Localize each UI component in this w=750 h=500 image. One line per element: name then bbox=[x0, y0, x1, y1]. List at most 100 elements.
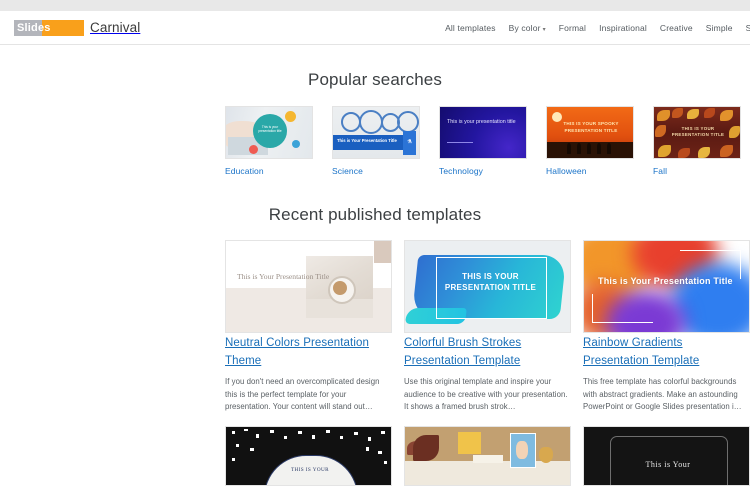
decor-figure bbox=[567, 143, 571, 154]
template-card-confetti[interactable]: THIS IS YOUR bbox=[225, 425, 392, 486]
decor-title-bar: This is Your Presentation Title bbox=[333, 135, 405, 150]
decor-circle: This is your presentation title bbox=[253, 114, 287, 148]
popular-item-label: Education bbox=[225, 166, 264, 176]
thumbnail-rainbow-gradients[interactable]: This is Your Presentation Title bbox=[583, 240, 750, 333]
nav-item-truncated[interactable]: St bbox=[746, 23, 750, 33]
popular-item-label: Technology bbox=[439, 166, 484, 176]
thumb-title-text: THIS IS YOUR PRESENTATION TITLE bbox=[444, 272, 537, 292]
popular-item-label: Fall bbox=[653, 166, 668, 176]
popular-searches-title: Popular searches bbox=[308, 70, 442, 89]
popular-item-technology[interactable]: This is your presentation title Technolo… bbox=[439, 106, 527, 176]
popular-item-label: Halloween bbox=[546, 166, 587, 176]
decor-leaf bbox=[687, 109, 699, 119]
nav-label: St bbox=[745, 22, 750, 33]
nav-item-by-color[interactable]: By color ▾ bbox=[509, 23, 546, 33]
template-card-neutral-colors[interactable]: This is Your Presentation Title Neutral … bbox=[225, 240, 392, 414]
decor-floor bbox=[405, 460, 570, 485]
decor-confetti bbox=[298, 430, 302, 434]
thumbnail-halloween[interactable]: THIS IS YOUR SPOOKY PRESENTATION TITLE bbox=[546, 106, 634, 159]
thumbnail-fall[interactable]: THIS IS YOUR PRESENTATION TITLE bbox=[653, 106, 741, 159]
recent-templates-grid: This is Your Presentation Title Neutral … bbox=[0, 240, 750, 414]
thumbnail-science[interactable]: This is Your Presentation Title ⚗ bbox=[332, 106, 420, 159]
template-card-rainbow-gradients[interactable]: This is Your Presentation Title Rainbow … bbox=[583, 240, 750, 414]
decor-confetti bbox=[256, 433, 259, 438]
nav-item-inspirational[interactable]: Inspirational bbox=[599, 23, 647, 33]
thumbnail-education[interactable]: This is your presentation title bbox=[225, 106, 313, 159]
decor-poster bbox=[458, 431, 481, 454]
nav-label: Formal bbox=[558, 22, 587, 33]
template-card-dark-frame[interactable]: This is Your bbox=[583, 425, 750, 486]
template-card-colorful-brush-strokes[interactable]: THIS IS YOUR PRESENTATION TITLE Colorful… bbox=[404, 240, 571, 414]
decor-tube bbox=[341, 112, 361, 132]
decor-leaf bbox=[698, 147, 710, 158]
decor-confetti bbox=[244, 428, 248, 431]
template-card-title[interactable]: Neutral Colors Presentation Theme bbox=[225, 337, 369, 367]
decor-confetti bbox=[284, 435, 287, 439]
flask-glyph: ⚗ bbox=[407, 139, 412, 145]
template-card-title[interactable]: Colorful Brush Strokes Presentation Temp… bbox=[404, 337, 521, 367]
nav-label: All templates bbox=[445, 22, 496, 33]
popular-item-education[interactable]: This is your presentation title Educatio… bbox=[225, 106, 313, 176]
decor-leaf bbox=[720, 110, 733, 121]
decor-confetti bbox=[232, 430, 235, 434]
nav-label: By color bbox=[508, 22, 541, 33]
decor-figure bbox=[597, 143, 601, 154]
decor-leaf bbox=[657, 110, 670, 121]
chevron-down-icon: ▾ bbox=[542, 26, 546, 33]
decor-tube bbox=[397, 111, 419, 133]
thumb-title-text: This is Your Presentation Title bbox=[598, 276, 733, 286]
decor-dot-red bbox=[249, 145, 258, 154]
thumb-title-text: THIS IS YOUR bbox=[290, 466, 330, 473]
decor-hand bbox=[516, 440, 528, 459]
decor-confetti bbox=[354, 431, 358, 435]
thumbnail-neutral-colors[interactable]: This is Your Presentation Title bbox=[225, 240, 392, 333]
decor-confetti bbox=[270, 429, 274, 433]
decor-underline bbox=[447, 142, 473, 143]
decor-confetti bbox=[236, 443, 239, 447]
thumbnail-technology[interactable]: This is your presentation title bbox=[439, 106, 527, 159]
decor-confetti bbox=[384, 460, 387, 464]
nav-item-simple[interactable]: Simple bbox=[706, 23, 733, 33]
thumb-title-text: This is Your Presentation Title bbox=[237, 272, 330, 281]
decor-frame-bottom-left bbox=[592, 294, 653, 323]
decor-leaf bbox=[704, 108, 715, 118]
nav-item-formal[interactable]: Formal bbox=[559, 23, 586, 33]
thumb-title-text: This is your presentation title bbox=[447, 119, 516, 125]
flask-icon: ⚗ bbox=[403, 131, 416, 155]
decor-figure bbox=[577, 143, 581, 154]
recent-templates-next-row: THIS IS YOUR This is Your bbox=[0, 425, 750, 486]
decor-corner bbox=[374, 241, 391, 263]
decor-leaf bbox=[678, 148, 690, 158]
template-card-description: If you don't need an overcomplicated des… bbox=[225, 377, 380, 411]
decor-confetti bbox=[232, 457, 235, 461]
thumb-title-text: THIS IS YOUR SPOOKY PRESENTATION TITLE bbox=[563, 121, 619, 133]
page-root: Slides Carnival All templates By color ▾ … bbox=[0, 0, 750, 500]
popular-item-halloween[interactable]: THIS IS YOUR SPOOKY PRESENTATION TITLE H… bbox=[546, 106, 634, 176]
template-card-interior[interactable] bbox=[404, 425, 571, 486]
nav-label: Creative bbox=[659, 22, 693, 33]
decor-plant bbox=[413, 434, 439, 461]
decor-leaf bbox=[720, 145, 733, 157]
decor-vase bbox=[539, 446, 553, 463]
site-header: Slides Carnival All templates By color ▾ … bbox=[0, 11, 750, 45]
thumb-title-text: This is Your bbox=[645, 459, 691, 469]
decor-table bbox=[473, 454, 503, 463]
main-navigation: All templates By color ▾ Formal Inspirati… bbox=[432, 23, 750, 33]
decor-figure bbox=[587, 143, 591, 154]
decor-leaf bbox=[672, 108, 683, 118]
template-card-title[interactable]: Rainbow Gradients Presentation Template bbox=[583, 337, 699, 367]
thumbnail-colorful-brush-strokes[interactable]: THIS IS YOUR PRESENTATION TITLE bbox=[404, 240, 571, 333]
nav-item-creative[interactable]: Creative bbox=[660, 23, 693, 33]
decor-confetti bbox=[381, 430, 385, 434]
nav-item-all-templates[interactable]: All templates bbox=[445, 23, 496, 33]
thumb-title-text: THIS IS YOUR PRESENTATION TITLE bbox=[671, 126, 725, 137]
decor-figure bbox=[607, 143, 611, 154]
decor-confetti bbox=[326, 429, 330, 433]
nav-label: Inspirational bbox=[599, 22, 647, 33]
decor-dot-blue bbox=[292, 140, 300, 148]
decor-confetti bbox=[312, 434, 315, 439]
site-logo[interactable]: Slides Carnival bbox=[14, 19, 140, 36]
popular-item-science[interactable]: This is Your Presentation Title ⚗ Scienc… bbox=[332, 106, 420, 176]
top-browser-strip bbox=[0, 0, 750, 11]
popular-item-fall[interactable]: THIS IS YOUR PRESENTATION TITLE Fall bbox=[653, 106, 741, 176]
